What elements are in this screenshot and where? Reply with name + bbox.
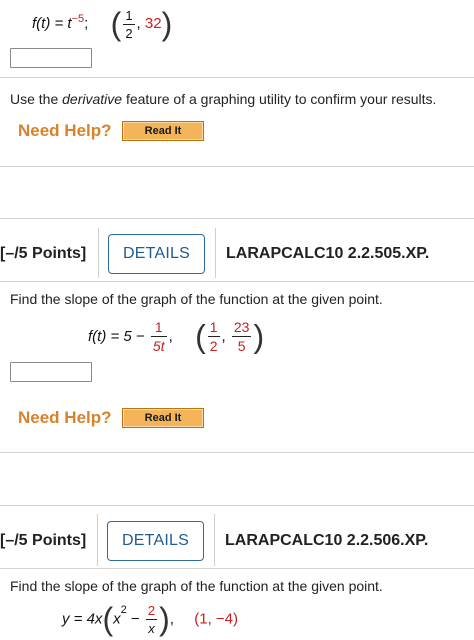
comma: , [221,328,226,345]
need-help-label: Need Help? [18,121,112,140]
right-paren: ) [161,6,173,42]
problem3-function: y = 4x(x2 − 2 x), (1, −4) [62,603,238,635]
problem3-points: [–/5 Points] [0,532,87,549]
separator [97,514,98,566]
divider [0,77,474,78]
separator [214,514,215,566]
problem1-function: f(t) = t−5; (1 2, 32) [32,8,172,40]
problem3-point: (1, −4) [194,610,239,628]
problem3-code: LARAPCALC10 2.2.506.XP. [225,532,429,549]
comma: , [136,14,141,32]
divider [0,281,474,282]
left-paren: ( [102,601,114,637]
problem1-func-left: f(t) = t [32,14,72,32]
left-paren: ( [110,6,122,42]
problem2-point-x: 12 [207,319,220,354]
problem1-point-x: 12 [123,7,135,41]
problem3-details-button[interactable]: DETAILS [107,521,204,561]
problem1-point-y: 32 [144,14,162,32]
problem3-inner-x: x [113,610,121,628]
problem3-fraction: 2x [145,602,158,636]
problem3-func-left: y = 4x [62,610,103,628]
read-it-button[interactable]: Read It [122,121,204,141]
need-help-label: Need Help? [18,408,112,427]
instruction-emphasis: derivative [62,91,123,107]
left-paren: ( [195,318,206,355]
divider [0,166,474,167]
problem1-instruction: Use the derivative feature of a graphing… [10,91,437,107]
problem2-code: LARAPCALC10 2.2.505.XP. [226,245,430,262]
divider [0,218,474,219]
problem2-fraction: 1 5t [150,319,167,354]
divider [0,452,474,453]
comma: , [169,610,174,628]
problem1-exponent: −5 [71,12,85,25]
problem2-prompt: Find the slope of the graph of the funct… [10,291,383,307]
problem3-inner-exp: 2 [120,603,127,616]
right-paren: ) [159,601,170,637]
right-paren: ) [253,318,265,355]
separator [98,228,99,278]
problem1-semicolon: ; [84,14,89,32]
problem1-answer-input[interactable] [10,48,92,68]
divider [0,505,474,506]
divider [0,568,474,569]
problem3-minus: − [130,610,140,628]
problem2-details-button[interactable]: DETAILS [108,234,205,274]
problem2-points: [–/5 Points] [0,245,87,262]
separator [215,228,216,278]
problem2-answer-input[interactable] [10,362,92,382]
problem2-function: f(t) = 5 − 1 5t, (1 2, 23 5) [88,320,264,353]
problem2-point-y: 23 5 [231,319,252,354]
read-it-button[interactable]: Read It [122,408,204,428]
problem3-prompt: Find the slope of the graph of the funct… [10,578,383,594]
problem2-func-left: f(t) = 5 − [88,328,145,345]
comma: , [168,328,173,345]
